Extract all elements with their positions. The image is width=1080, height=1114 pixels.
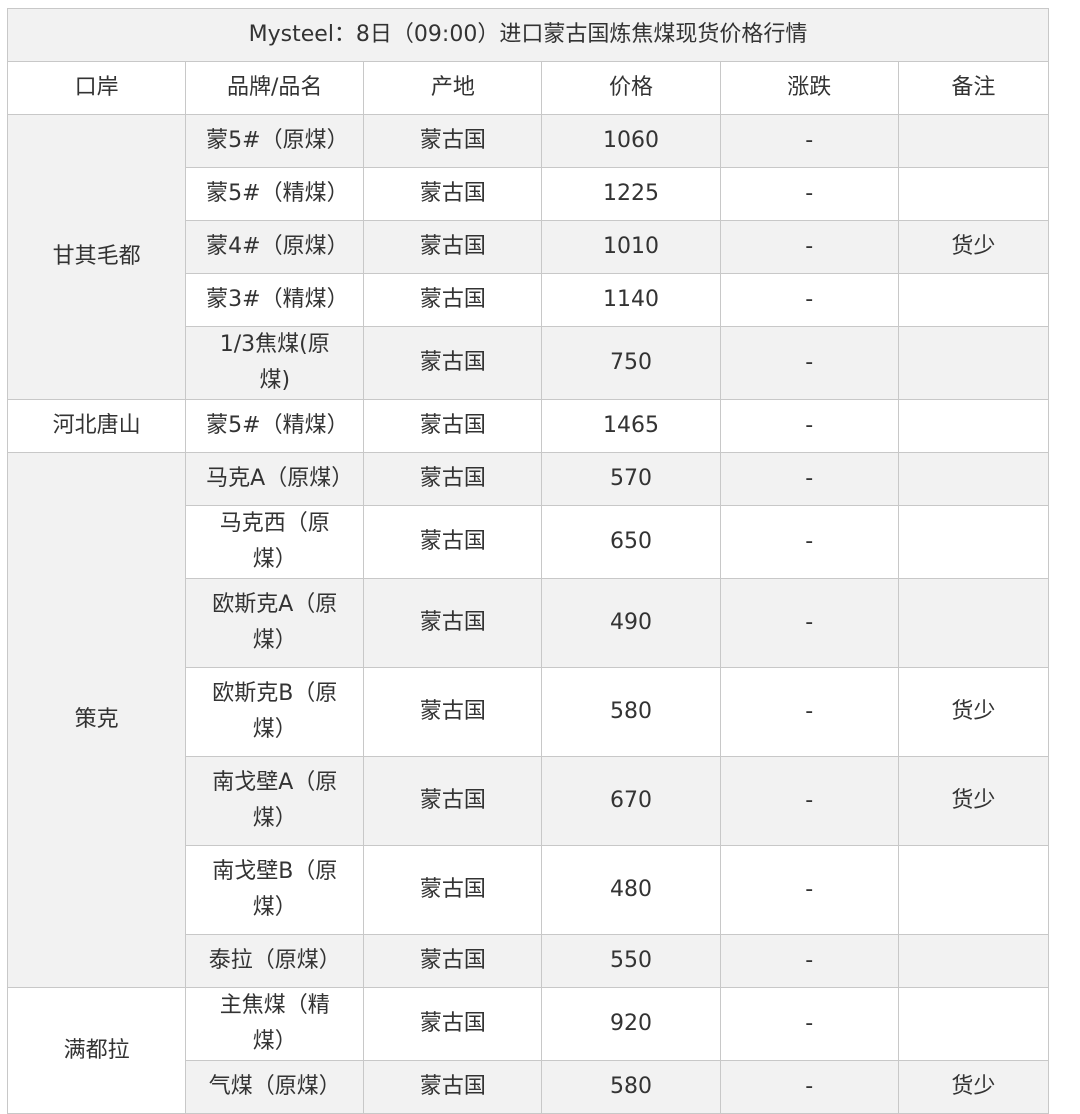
origin-cell: 蒙古国 bbox=[363, 667, 543, 757]
header-port: 口岸 bbox=[6, 61, 187, 115]
change-cell: - bbox=[719, 399, 899, 453]
brand-cell: 南戈壁B（原煤） bbox=[185, 845, 365, 935]
price-cell: 670 bbox=[541, 756, 721, 846]
change-cell: - bbox=[719, 934, 899, 988]
table-row: 甘其毛都 蒙5#（原煤） 蒙古国 1060 - bbox=[6, 114, 1050, 400]
note-cell bbox=[897, 934, 1050, 988]
origin-cell: 蒙古国 bbox=[363, 845, 543, 935]
origin-cell: 蒙古国 bbox=[363, 1060, 543, 1114]
change-cell: - bbox=[719, 1060, 899, 1114]
table-title-row: Mysteel：8日（09:00）进口蒙古国炼焦煤现货价格行情 bbox=[7, 8, 1049, 62]
header-brand: 品牌/品名 bbox=[185, 61, 365, 115]
change-cell: - bbox=[719, 845, 899, 935]
price-cell: 650 bbox=[541, 505, 721, 579]
table-header-row: 口岸 品牌/品名 产地 价格 涨跌 备注 bbox=[6, 61, 1050, 115]
price-cell: 490 bbox=[541, 578, 721, 668]
table-row: 河北唐山 蒙5#（精煤） 蒙古国 1465 - bbox=[6, 399, 1050, 453]
change-cell: - bbox=[719, 756, 899, 846]
change-cell: - bbox=[719, 667, 899, 757]
origin-cell: 蒙古国 bbox=[363, 399, 543, 453]
price-cell: 1010 bbox=[541, 220, 721, 274]
price-cell: 1060 bbox=[541, 114, 721, 168]
brand-cell: 1/3焦煤(原煤) bbox=[185, 326, 365, 400]
header-note: 备注 bbox=[897, 61, 1050, 115]
brand-cell: 南戈壁A（原煤） bbox=[185, 756, 365, 846]
table-row: 满都拉 主焦煤（精煤） 蒙古国 920 - bbox=[6, 987, 1050, 1114]
origin-cell: 蒙古国 bbox=[363, 578, 543, 668]
price-cell: 570 bbox=[541, 452, 721, 506]
brand-cell: 欧斯克B（原煤） bbox=[185, 667, 365, 757]
change-cell: - bbox=[719, 578, 899, 668]
origin-cell: 蒙古国 bbox=[363, 452, 543, 506]
port-cell: 策克 bbox=[6, 452, 187, 988]
origin-cell: 蒙古国 bbox=[363, 756, 543, 846]
change-cell: - bbox=[719, 167, 899, 221]
price-table: Mysteel：8日（09:00）进口蒙古国炼焦煤现货价格行情 口岸 品牌/品名… bbox=[6, 8, 1050, 1114]
note-cell bbox=[897, 845, 1050, 935]
port-cell: 甘其毛都 bbox=[6, 114, 187, 400]
note-cell bbox=[897, 987, 1050, 1061]
port-cell: 满都拉 bbox=[6, 987, 187, 1114]
note-cell: 货少 bbox=[897, 667, 1050, 757]
brand-cell: 蒙4#（原煤） bbox=[185, 220, 365, 274]
header-origin: 产地 bbox=[363, 61, 543, 115]
brand-cell: 蒙5#（原煤） bbox=[185, 114, 365, 168]
price-cell: 480 bbox=[541, 845, 721, 935]
note-cell: 货少 bbox=[897, 1060, 1050, 1114]
origin-cell: 蒙古国 bbox=[363, 273, 543, 327]
brand-cell: 气煤（原煤） bbox=[185, 1060, 365, 1114]
note-cell: 货少 bbox=[897, 220, 1050, 274]
header-price: 价格 bbox=[541, 61, 721, 115]
note-cell bbox=[897, 273, 1050, 327]
price-cell: 580 bbox=[541, 1060, 721, 1114]
origin-cell: 蒙古国 bbox=[363, 114, 543, 168]
brand-cell: 主焦煤（精煤） bbox=[185, 987, 365, 1061]
note-cell bbox=[897, 167, 1050, 221]
table-row: 策克 马克A（原煤） 蒙古国 570 - bbox=[6, 452, 1050, 988]
price-cell: 920 bbox=[541, 987, 721, 1061]
price-cell: 1225 bbox=[541, 167, 721, 221]
change-cell: - bbox=[719, 273, 899, 327]
change-cell: - bbox=[719, 452, 899, 506]
brand-cell: 马克A（原煤） bbox=[185, 452, 365, 506]
port-cell: 河北唐山 bbox=[6, 399, 187, 453]
header-change: 涨跌 bbox=[719, 61, 899, 115]
price-cell: 750 bbox=[541, 326, 721, 400]
change-cell: - bbox=[719, 987, 899, 1061]
brand-cell: 蒙5#（精煤） bbox=[185, 399, 365, 453]
brand-cell: 马克西（原煤） bbox=[185, 505, 365, 579]
origin-cell: 蒙古国 bbox=[363, 220, 543, 274]
origin-cell: 蒙古国 bbox=[363, 987, 543, 1061]
change-cell: - bbox=[719, 114, 899, 168]
brand-cell: 蒙5#（精煤） bbox=[185, 167, 365, 221]
origin-cell: 蒙古国 bbox=[363, 326, 543, 400]
origin-cell: 蒙古国 bbox=[363, 167, 543, 221]
price-cell: 1140 bbox=[541, 273, 721, 327]
origin-cell: 蒙古国 bbox=[363, 505, 543, 579]
note-cell bbox=[897, 505, 1050, 579]
change-cell: - bbox=[719, 220, 899, 274]
table-title: Mysteel：8日（09:00）进口蒙古国炼焦煤现货价格行情 bbox=[7, 8, 1049, 62]
price-cell: 1465 bbox=[541, 399, 721, 453]
change-cell: - bbox=[719, 326, 899, 400]
change-cell: - bbox=[719, 505, 899, 579]
brand-cell: 欧斯克A（原煤） bbox=[185, 578, 365, 668]
price-cell: 550 bbox=[541, 934, 721, 988]
note-cell bbox=[897, 578, 1050, 668]
origin-cell: 蒙古国 bbox=[363, 934, 543, 988]
brand-cell: 泰拉（原煤） bbox=[185, 934, 365, 988]
brand-cell: 蒙3#（精煤） bbox=[185, 273, 365, 327]
note-cell bbox=[897, 326, 1050, 400]
note-cell bbox=[897, 399, 1050, 453]
price-cell: 580 bbox=[541, 667, 721, 757]
note-cell: 货少 bbox=[897, 756, 1050, 846]
note-cell bbox=[897, 114, 1050, 168]
note-cell bbox=[897, 452, 1050, 506]
